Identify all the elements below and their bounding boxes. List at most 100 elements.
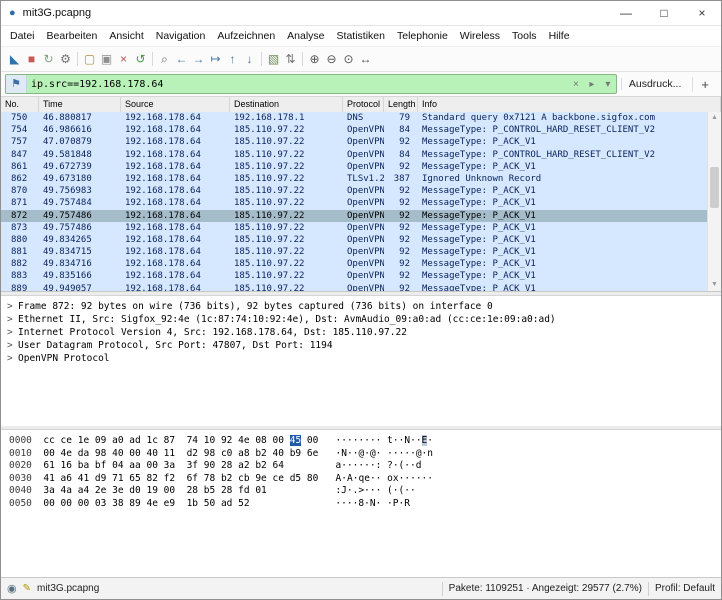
detail-text: Frame 872: 92 bytes on wire (736 bits), … xyxy=(18,301,493,312)
colorize-icon[interactable]: ▧ xyxy=(265,51,282,68)
maximize-button[interactable]: □ xyxy=(645,1,683,25)
restart-capture-icon[interactable]: ↻ xyxy=(40,51,57,68)
filter-dropdown-icon[interactable]: ▾ xyxy=(600,79,616,90)
cell-source: 192.168.178.64 xyxy=(125,173,201,184)
go-last-icon[interactable]: ↓ xyxy=(241,51,258,68)
column-header-destination[interactable]: Destination xyxy=(230,97,343,112)
zoom-in-icon[interactable]: ⊕ xyxy=(306,51,323,68)
zoom-reset-icon[interactable]: ⊙ xyxy=(340,51,357,68)
packet-row-889[interactable]: 889 49.949057 192.168.178.64 185.110.97.22 O… xyxy=(1,282,708,291)
hex-byte: d0 xyxy=(129,485,141,496)
packet-row-862[interactable]: 862 49.673180 192.168.178.64 185.110.97.22 T… xyxy=(1,172,708,186)
capture-comment-icon[interactable]: ✎ xyxy=(23,583,31,594)
menu-telephonie[interactable]: Telephonie xyxy=(391,28,454,44)
close-file-icon[interactable]: × xyxy=(115,51,132,68)
menu-datei[interactable]: Datei xyxy=(4,28,41,44)
hex-row-0030[interactable]: 0030 41 a6 41 d9 71 65 82 f2 6f 78 b2 cb… xyxy=(1,473,721,486)
cell-source: 192.168.178.64 xyxy=(125,283,201,291)
scroll-down-icon[interactable]: ▼ xyxy=(711,279,718,291)
menu-bearbeiten[interactable]: Bearbeiten xyxy=(41,28,104,44)
detail-line-1[interactable]: > Ethernet II, Src: Sigfox_92:4e (1c:87:7… xyxy=(1,313,721,326)
go-back-icon[interactable]: ← xyxy=(173,51,190,68)
menu-hilfe[interactable]: Hilfe xyxy=(543,28,576,44)
stop-capture-icon[interactable]: ■ xyxy=(23,51,40,68)
hex-row-0050[interactable]: 0050 00 00 00 03 38 89 4e e9 1b 50 ad 52… xyxy=(1,498,721,511)
status-profile[interactable]: Profil: Default xyxy=(655,583,715,594)
ascii-char: · xyxy=(375,447,382,459)
hex-byte: 38 xyxy=(112,497,124,509)
packet-row-861[interactable]: 861 49.672739 192.168.178.64 185.110.97.22 O… xyxy=(1,160,708,173)
column-header-source[interactable]: Source xyxy=(121,97,230,112)
column-header-no[interactable]: No. xyxy=(1,97,39,112)
display-filter-input[interactable] xyxy=(27,78,568,90)
cell-time: 46.880817 xyxy=(43,113,92,123)
packet-row-754[interactable]: 754 46.986616 192.168.178.64 185.110.97.22 O… xyxy=(1,124,708,137)
expander-icon[interactable]: > xyxy=(7,313,18,326)
minimize-button[interactable]: — xyxy=(607,1,645,25)
menu-navigation[interactable]: Navigation xyxy=(150,28,212,44)
packet-row-872[interactable]: 872 49.757486 192.168.178.64 185.110.97.22 O… xyxy=(1,209,708,222)
detail-line-4[interactable]: > OpenVPN Protocol xyxy=(1,352,721,365)
capture-options-icon[interactable]: ⚙ xyxy=(57,51,74,68)
packet-row-882[interactable]: 882 49.834716 192.168.178.64 185.110.97.22 O… xyxy=(1,258,708,271)
packet-row-750[interactable]: 750 46.880817 192.168.178.64 192.168.178.1 D… xyxy=(1,112,708,125)
menu-tools[interactable]: Tools xyxy=(506,28,543,44)
expander-icon[interactable]: > xyxy=(7,326,18,339)
packet-row-847[interactable]: 847 49.581848 192.168.178.64 185.110.97.22 O… xyxy=(1,148,708,161)
column-header-protocol[interactable]: Protocol xyxy=(343,97,384,112)
hex-byte: 52 xyxy=(238,497,250,509)
expert-info-icon[interactable]: ◉ xyxy=(7,582,17,595)
expander-icon[interactable]: > xyxy=(7,339,18,352)
packet-row-881[interactable]: 881 49.834715 192.168.178.64 185.110.97.22 O… xyxy=(1,246,708,259)
expression-button[interactable]: Ausdruck... xyxy=(620,78,689,90)
filter-clear-icon[interactable]: × xyxy=(568,79,584,90)
filter-bookmark-icon[interactable]: ⚑ xyxy=(6,75,27,93)
detail-line-0[interactable]: > Frame 872: 92 bytes on wire (736 bits),… xyxy=(1,300,721,313)
column-header-time[interactable]: Time xyxy=(39,97,121,112)
hex-row-0010[interactable]: 0010 00 4e da 98 40 00 40 11 d2 98 c0 a8… xyxy=(1,448,721,461)
column-header-info[interactable]: Info xyxy=(418,97,721,112)
auto-scroll-icon[interactable]: ⇅ xyxy=(282,51,299,68)
hex-byte: b9 xyxy=(289,447,302,459)
filter-apply-icon[interactable]: ▸ xyxy=(584,79,600,90)
scroll-up-icon[interactable]: ▲ xyxy=(711,112,718,124)
packet-row-883[interactable]: 883 49.835166 192.168.178.64 185.110.97.22 O… xyxy=(1,270,708,283)
scrollbar-track[interactable] xyxy=(708,124,721,279)
packet-row-870[interactable]: 870 49.756983 192.168.178.64 185.110.97.22 O… xyxy=(1,185,708,198)
hex-byte: b2 xyxy=(255,447,267,459)
close-button[interactable]: × xyxy=(683,1,721,25)
scrollbar-thumb[interactable] xyxy=(710,167,719,208)
hex-row-0020[interactable]: 0020 61 16 ba bf 04 aa 00 3a 3f 90 28 a2… xyxy=(1,460,721,473)
hex-row-0000[interactable]: 0000 cc ce 1e 09 a0 ad 1c 87 74 10 92 4e… xyxy=(1,435,721,448)
go-to-packet-icon[interactable]: ↦ xyxy=(207,51,224,68)
menu-statistiken[interactable]: Statistiken xyxy=(331,28,391,44)
go-forward-icon[interactable]: → xyxy=(190,51,207,68)
go-first-icon[interactable]: ↑ xyxy=(224,51,241,68)
menu-ansicht[interactable]: Ansicht xyxy=(103,28,149,44)
add-filter-button[interactable]: + xyxy=(692,76,717,92)
detail-line-3[interactable]: > User Datagram Protocol, Src Port: 47807… xyxy=(1,339,721,352)
packet-row-757[interactable]: 757 47.070879 192.168.178.64 185.110.97.22 O… xyxy=(1,136,708,149)
expander-icon[interactable]: > xyxy=(7,352,18,365)
detail-line-2[interactable]: > Internet Protocol Version 4, Src: 192.1… xyxy=(1,326,721,339)
packet-list-scrollbar[interactable]: ▲ ▼ xyxy=(707,112,721,291)
packet-row-873[interactable]: 873 49.757486 192.168.178.64 185.110.97.22 O… xyxy=(1,221,708,234)
save-file-icon[interactable]: ▣ xyxy=(98,51,115,68)
zoom-out-icon[interactable]: ⊖ xyxy=(323,51,340,68)
menu-aufzeichnen[interactable]: Aufzeichnen xyxy=(211,28,281,44)
resize-columns-icon[interactable]: ↔ xyxy=(357,51,374,68)
open-file-icon[interactable]: ▢ xyxy=(81,51,98,68)
cell-length: 387 xyxy=(393,173,410,184)
hex-row-0040[interactable]: 0040 3a 4a a4 2e 3e d0 19 00 28 b5 28 fd… xyxy=(1,485,721,498)
column-header-length[interactable]: Length xyxy=(384,97,418,112)
cell-time: 49.834265 xyxy=(43,234,92,245)
reload-file-icon[interactable]: ↺ xyxy=(132,51,149,68)
packet-row-880[interactable]: 880 49.834265 192.168.178.64 185.110.97.22 O… xyxy=(1,233,708,247)
menu-wireless[interactable]: Wireless xyxy=(454,28,506,44)
cell-destination: 185.110.97.22 xyxy=(234,149,305,160)
find-packet-icon[interactable]: ⌕ xyxy=(156,51,173,68)
packet-row-871[interactable]: 871 49.757484 192.168.178.64 185.110.97.22 O… xyxy=(1,197,708,210)
menu-analyse[interactable]: Analyse xyxy=(281,28,330,44)
expander-icon[interactable]: > xyxy=(7,300,18,313)
start-capture-icon[interactable]: ◣ xyxy=(6,51,23,68)
